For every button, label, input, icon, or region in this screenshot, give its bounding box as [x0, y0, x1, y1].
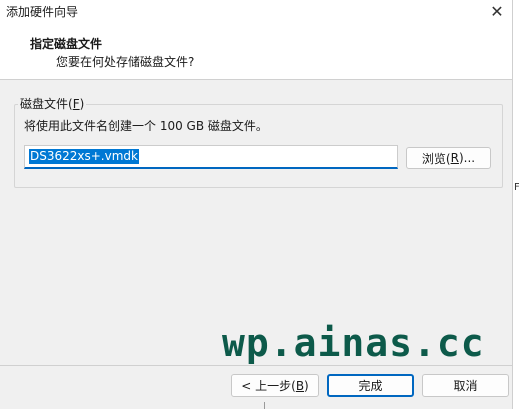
window-title: 添加硬件向导 — [6, 5, 79, 19]
disk-file-value[interactable]: DS3622xs+.vmdk — [29, 149, 139, 164]
add-hardware-wizard-window: 添加硬件向导 ✕ 指定磁盘文件 您要在何处存储磁盘文件? 磁盘文件(F) 将使用… — [0, 0, 513, 409]
finish-button[interactable]: 完成 — [327, 374, 414, 397]
wizard-header: 指定磁盘文件 您要在何处存储磁盘文件? — [0, 22, 512, 80]
title-bar: 添加硬件向导 ✕ — [0, 0, 512, 22]
back-label-prefix: < 上一步( — [241, 379, 296, 393]
browse-button[interactable]: 浏览(R)... — [406, 147, 491, 169]
footer-divider — [0, 365, 512, 366]
disk-file-label-prefix: 磁盘文件( — [20, 97, 73, 111]
disk-file-description: 将使用此文件名创建一个 100 GB 磁盘文件。 — [24, 119, 268, 133]
disk-file-input[interactable]: DS3622xs+.vmdk — [24, 145, 398, 169]
background-window-edge-text: F — [514, 182, 519, 193]
watermark-text: wp.ainas.cc — [222, 321, 485, 365]
background-divider — [264, 402, 265, 409]
back-label-suffix: ) — [304, 378, 309, 393]
browse-label-accel: R — [450, 151, 459, 165]
browse-label-suffix: )... — [458, 151, 476, 165]
disk-file-label-accel: F — [72, 97, 80, 111]
disk-file-group-label: 磁盘文件(F) — [18, 95, 87, 112]
page-subtitle: 您要在何处存储磁盘文件? — [56, 55, 195, 69]
browse-label-prefix: 浏览( — [421, 151, 451, 166]
disk-file-label-suffix: ) — [79, 97, 85, 111]
close-icon[interactable]: ✕ — [482, 0, 512, 22]
back-label-accel: B — [295, 378, 305, 393]
cancel-button[interactable]: 取消 — [422, 374, 509, 397]
back-button[interactable]: < 上一步(B) — [231, 374, 319, 397]
page-title: 指定磁盘文件 — [30, 37, 103, 51]
